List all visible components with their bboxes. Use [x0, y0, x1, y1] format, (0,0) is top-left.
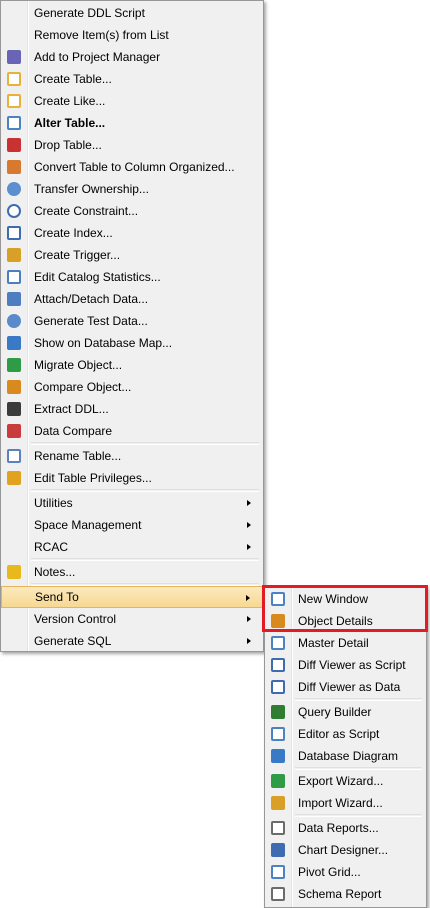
compare-object-icon: [7, 380, 21, 394]
query-builder-icon: [271, 705, 285, 719]
create-table-icon: [7, 72, 21, 86]
menu-item-create-like[interactable]: Create Like...: [1, 90, 263, 112]
submenu-item-database-diagram[interactable]: Database Diagram: [265, 745, 426, 767]
schema-report-icon: [271, 887, 285, 901]
pivot-grid-icon: [271, 865, 285, 879]
object-details-icon: [271, 614, 285, 628]
menu-item-data-compare[interactable]: Data Compare: [1, 420, 263, 442]
submenu-item-master-detail[interactable]: Master Detail: [265, 632, 426, 654]
create-index-icon: [7, 226, 21, 240]
menu-item-show-on-database-map[interactable]: Show on Database Map...: [1, 332, 263, 354]
create-like-icon: [7, 94, 21, 108]
submenu-item-diff-viewer-data[interactable]: Diff Viewer as Data: [265, 676, 426, 698]
send-to-submenu: New Window Object Details Master Detail …: [264, 586, 427, 908]
submenu-item-pivot-grid[interactable]: Pivot Grid...: [265, 861, 426, 883]
alter-table-icon: [7, 116, 21, 130]
submenu-arrow-icon: [247, 500, 251, 506]
transfer-ownership-icon: [7, 182, 21, 196]
menu-item-send-to[interactable]: Send To: [1, 586, 263, 608]
menu-item-create-table[interactable]: Create Table...: [1, 68, 263, 90]
menu-item-generate-test-data[interactable]: Generate Test Data...: [1, 310, 263, 332]
submenu-item-export-wizard[interactable]: Export Wizard...: [265, 770, 426, 792]
data-compare-icon: [7, 424, 21, 438]
submenu-item-new-window[interactable]: New Window: [265, 588, 426, 610]
submenu-arrow-icon: [247, 638, 251, 644]
menu-item-version-control[interactable]: Version Control: [1, 608, 263, 630]
submenu-item-editor-as-script[interactable]: Editor as Script: [265, 723, 426, 745]
database-diagram-icon: [271, 749, 285, 763]
submenu-item-diff-viewer-script[interactable]: Diff Viewer as Script: [265, 654, 426, 676]
attach-detach-icon: [7, 292, 21, 306]
menu-item-transfer-ownership[interactable]: Transfer Ownership...: [1, 178, 263, 200]
drop-table-icon: [7, 138, 21, 152]
notes-icon: [7, 565, 21, 579]
catalog-statistics-icon: [7, 270, 21, 284]
menu-item-migrate-object[interactable]: Migrate Object...: [1, 354, 263, 376]
diff-viewer-data-icon: [271, 680, 285, 694]
menu-item-add-to-project-manager[interactable]: Add to Project Manager: [1, 46, 263, 68]
menu-item-remove-items[interactable]: Remove Item(s) from List: [1, 24, 263, 46]
menu-item-create-trigger[interactable]: Create Trigger...: [1, 244, 263, 266]
migrate-object-icon: [7, 358, 21, 372]
table-privileges-icon: [7, 471, 21, 485]
submenu-arrow-icon: [247, 544, 251, 550]
create-trigger-icon: [7, 248, 21, 262]
menu-item-rename-table[interactable]: Rename Table...: [1, 445, 263, 467]
create-constraint-icon: [7, 204, 21, 218]
chart-designer-icon: [271, 843, 285, 857]
menu-item-generate-sql[interactable]: Generate SQL: [1, 630, 263, 652]
data-reports-icon: [271, 821, 285, 835]
submenu-item-chart-designer[interactable]: Chart Designer...: [265, 839, 426, 861]
import-wizard-icon: [271, 796, 285, 810]
menu-item-attach-detach-data[interactable]: Attach/Detach Data...: [1, 288, 263, 310]
menu-item-edit-catalog-statistics[interactable]: Edit Catalog Statistics...: [1, 266, 263, 288]
submenu-item-object-details[interactable]: Object Details: [265, 610, 426, 632]
submenu-item-data-reports[interactable]: Data Reports...: [265, 817, 426, 839]
menu-item-notes[interactable]: Notes...: [1, 561, 263, 583]
submenu-item-import-wizard[interactable]: Import Wizard...: [265, 792, 426, 814]
generate-test-data-icon: [7, 314, 21, 328]
submenu-arrow-icon: [246, 595, 250, 601]
menu-item-space-management[interactable]: Space Management: [1, 514, 263, 536]
menu-item-extract-ddl[interactable]: Extract DDL...: [1, 398, 263, 420]
submenu-item-schema-report[interactable]: Schema Report: [265, 883, 426, 905]
menu-item-drop-table[interactable]: Drop Table...: [1, 134, 263, 156]
database-map-icon: [7, 336, 21, 350]
new-window-icon: [271, 592, 285, 606]
editor-script-icon: [271, 727, 285, 741]
menu-item-alter-table[interactable]: Alter Table...: [1, 112, 263, 134]
menu-item-create-index[interactable]: Create Index...: [1, 222, 263, 244]
menu-item-edit-table-privileges[interactable]: Edit Table Privileges...: [1, 467, 263, 489]
menu-item-create-constraint[interactable]: Create Constraint...: [1, 200, 263, 222]
context-menu: Generate DDL Script Remove Item(s) from …: [0, 0, 264, 652]
menu-item-compare-object[interactable]: Compare Object...: [1, 376, 263, 398]
diff-viewer-script-icon: [271, 658, 285, 672]
menu-item-generate-ddl-script[interactable]: Generate DDL Script: [1, 2, 263, 24]
menu-item-rcac[interactable]: RCAC: [1, 536, 263, 558]
submenu-item-query-builder[interactable]: Query Builder: [265, 701, 426, 723]
submenu-arrow-icon: [247, 522, 251, 528]
menu-item-utilities[interactable]: Utilities: [1, 492, 263, 514]
menu-item-convert-table[interactable]: Convert Table to Column Organized...: [1, 156, 263, 178]
extract-ddl-icon: [7, 402, 21, 416]
project-manager-icon: [7, 50, 21, 64]
rename-table-icon: [7, 449, 21, 463]
master-detail-icon: [271, 636, 285, 650]
submenu-arrow-icon: [247, 616, 251, 622]
convert-table-icon: [7, 160, 21, 174]
export-wizard-icon: [271, 774, 285, 788]
